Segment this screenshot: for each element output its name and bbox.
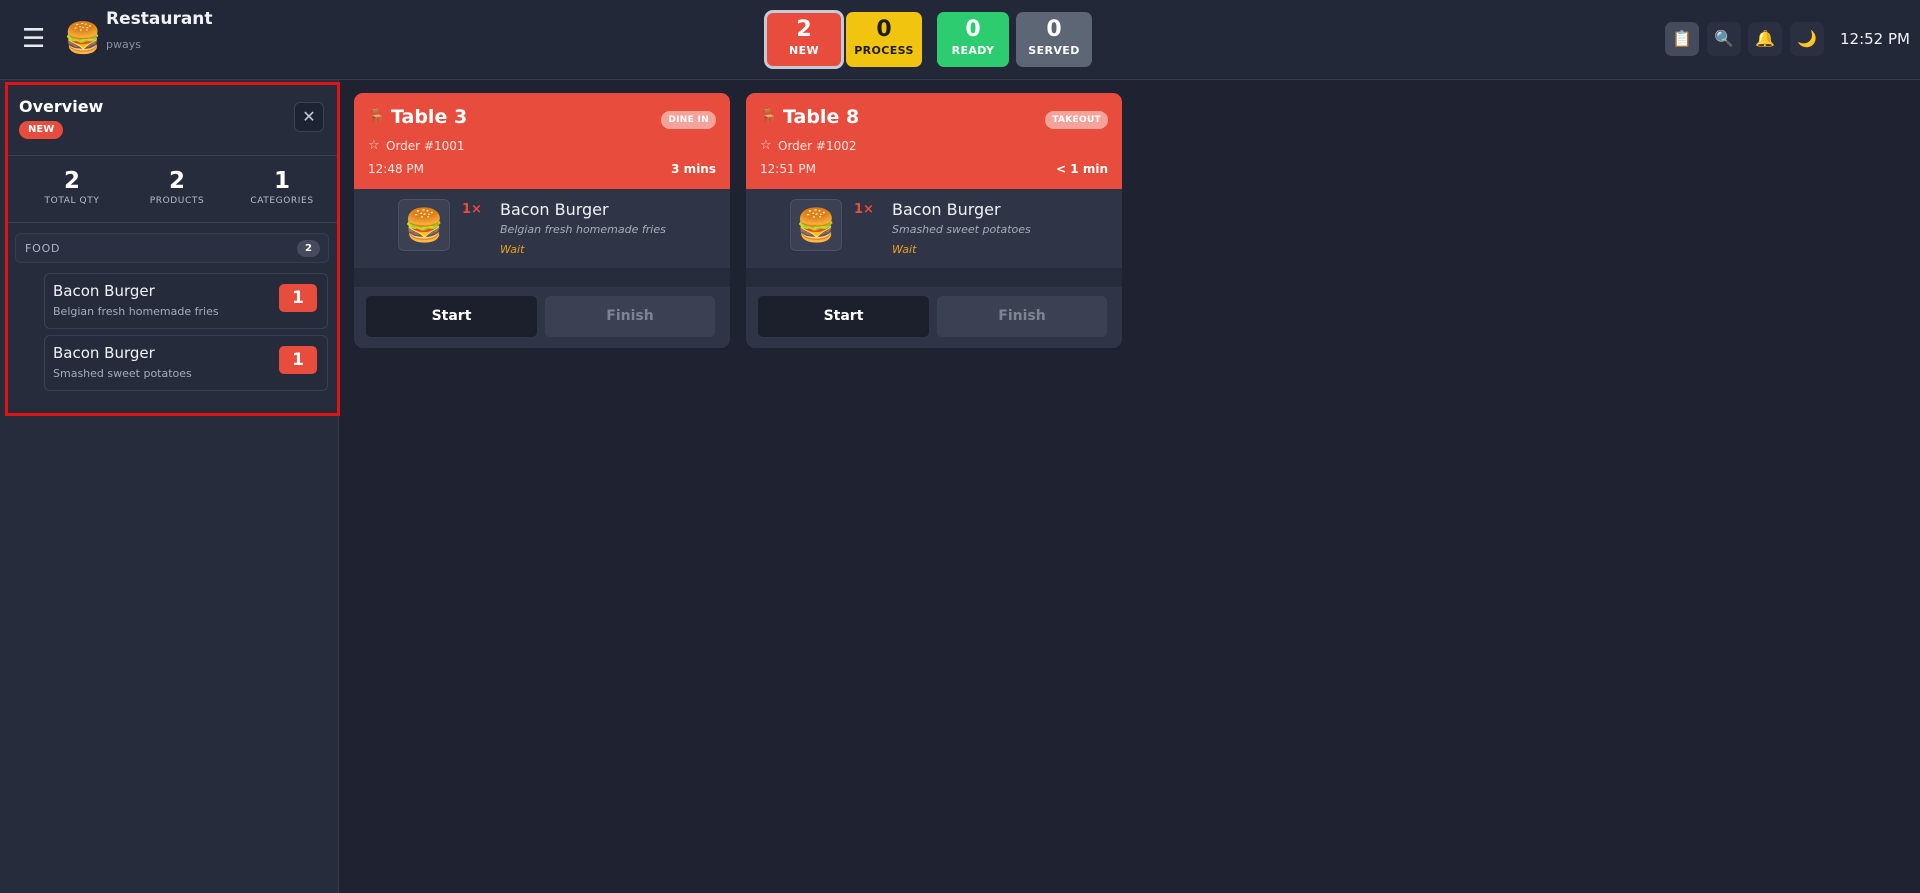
burger-logo-icon: 🍔 [64,21,102,56]
stat-label: TOTAL QTY [44,196,100,206]
app-title: Restaurant [106,9,213,29]
status-count: 0 [1046,17,1062,42]
status-label: PROCESS [854,44,914,57]
order-type-badge: TAKEOUT [1045,111,1108,129]
table-name: Table 3 [391,106,468,128]
search-button[interactable]: 🔍 [1707,22,1741,56]
item-qty: 1× [854,202,874,217]
product-name: Bacon Burger [53,344,155,362]
finish-button[interactable]: Finish [545,296,715,337]
dark-mode-button[interactable]: 🌙 [1790,22,1824,56]
item-status: Wait [892,243,917,256]
product-description: Belgian fresh homemade fries [53,305,219,318]
clipboard-button[interactable]: 📋 [1665,22,1699,56]
top-header: ☰ 🍔 Restaurant pways 2 NEW 0 PROCESS 0 R… [0,0,1920,80]
order-card: 🪑 Table 3 DINE IN ☆ Order #1001 12:48 PM… [354,93,730,348]
overview-title: Overview [19,97,104,116]
stat-value: 2 [63,168,80,194]
order-type-badge: DINE IN [661,111,716,129]
stat-value: 1 [273,168,290,194]
close-overview-button[interactable]: ✕ [294,102,324,132]
table-icon: 🪑 [368,109,386,125]
burger-image: 🍔 [790,199,842,251]
status-tile-ready[interactable]: 0 READY [937,12,1009,67]
order-line-item: 🍔 1× Bacon Burger Belgian fresh homemade… [354,189,730,268]
product-item[interactable]: Bacon Burger Belgian fresh homemade frie… [44,273,328,329]
order-time: 12:48 PM [368,162,424,176]
table-icon: 🪑 [760,109,778,125]
clock: 12:52 PM [1840,30,1910,48]
item-description: Smashed sweet potatoes [892,223,1031,236]
hamburger-menu-icon[interactable]: ☰ [22,24,46,54]
moon-icon: 🌙 [1797,29,1817,48]
status-tile-served[interactable]: 0 SERVED [1016,12,1092,67]
order-number: Order #1002 [778,139,857,153]
order-card-actions: Start Finish [354,287,730,348]
status-label: SERVED [1028,44,1080,57]
product-name: Bacon Burger [53,282,155,300]
stat-categories: 1 CATEGORIES [232,168,332,206]
status-count: 2 [796,17,812,42]
bell-icon: 🔔 [1755,29,1775,48]
divider [8,222,337,223]
stat-products: 2 PRODUCTS [127,168,227,206]
notifications-button[interactable]: 🔔 [1748,22,1782,56]
close-icon: ✕ [302,107,316,126]
stat-total-qty: 2 TOTAL QTY [22,168,122,206]
category-row-food[interactable]: FOOD 2 [15,233,329,263]
product-item[interactable]: Bacon Burger Smashed sweet potatoes 1 [44,335,328,391]
burger-image: 🍔 [398,199,450,251]
product-description: Smashed sweet potatoes [53,367,192,380]
status-label: NEW [788,44,820,57]
start-button[interactable]: Start [758,296,929,337]
clipboard-icon: 📋 [1672,29,1692,48]
star-icon[interactable]: ☆ [368,138,380,153]
status-tile-process[interactable]: 0 PROCESS [846,12,922,67]
table-name: Table 8 [783,106,860,128]
item-description: Belgian fresh homemade fries [500,223,666,236]
product-qty-badge: 1 [279,346,317,374]
item-status: Wait [500,243,525,256]
stat-label: CATEGORIES [250,196,314,206]
order-number: Order #1001 [386,139,465,153]
elapsed-time: < 1 min [1056,162,1108,176]
order-time: 12:51 PM [760,162,816,176]
item-name: Bacon Burger [500,200,609,219]
finish-button[interactable]: Finish [937,296,1107,337]
divider [8,155,337,156]
app-subtitle: pways [106,38,141,51]
sidebar: Overview NEW ✕ 2 TOTAL QTY 2 PRODUCTS 1 … [0,80,340,893]
item-qty: 1× [462,202,482,217]
star-icon[interactable]: ☆ [760,138,772,153]
stat-label: PRODUCTS [149,196,205,206]
overview-status-badge: NEW [19,121,64,139]
search-icon: 🔍 [1714,29,1734,48]
status-count: 0 [876,17,892,42]
order-line-item: 🍔 1× Bacon Burger Smashed sweet potatoes… [746,189,1122,268]
overview-panel: Overview NEW ✕ 2 TOTAL QTY 2 PRODUCTS 1 … [5,82,340,416]
order-card-header: 🪑 Table 8 TAKEOUT ☆ Order #1002 12:51 PM… [746,93,1122,189]
order-card: 🪑 Table 8 TAKEOUT ☆ Order #1002 12:51 PM… [746,93,1122,348]
status-tile-new[interactable]: 2 NEW [764,10,844,69]
status-count: 0 [965,17,981,42]
stat-value: 2 [168,168,185,194]
product-qty-badge: 1 [279,284,317,312]
category-name: FOOD [25,242,61,255]
order-card-header: 🪑 Table 3 DINE IN ☆ Order #1001 12:48 PM… [354,93,730,189]
start-button[interactable]: Start [366,296,537,337]
item-name: Bacon Burger [892,200,1001,219]
status-label: READY [951,44,995,57]
order-card-actions: Start Finish [746,287,1122,348]
category-count-badge: 2 [297,240,320,257]
elapsed-time: 3 mins [671,162,716,176]
